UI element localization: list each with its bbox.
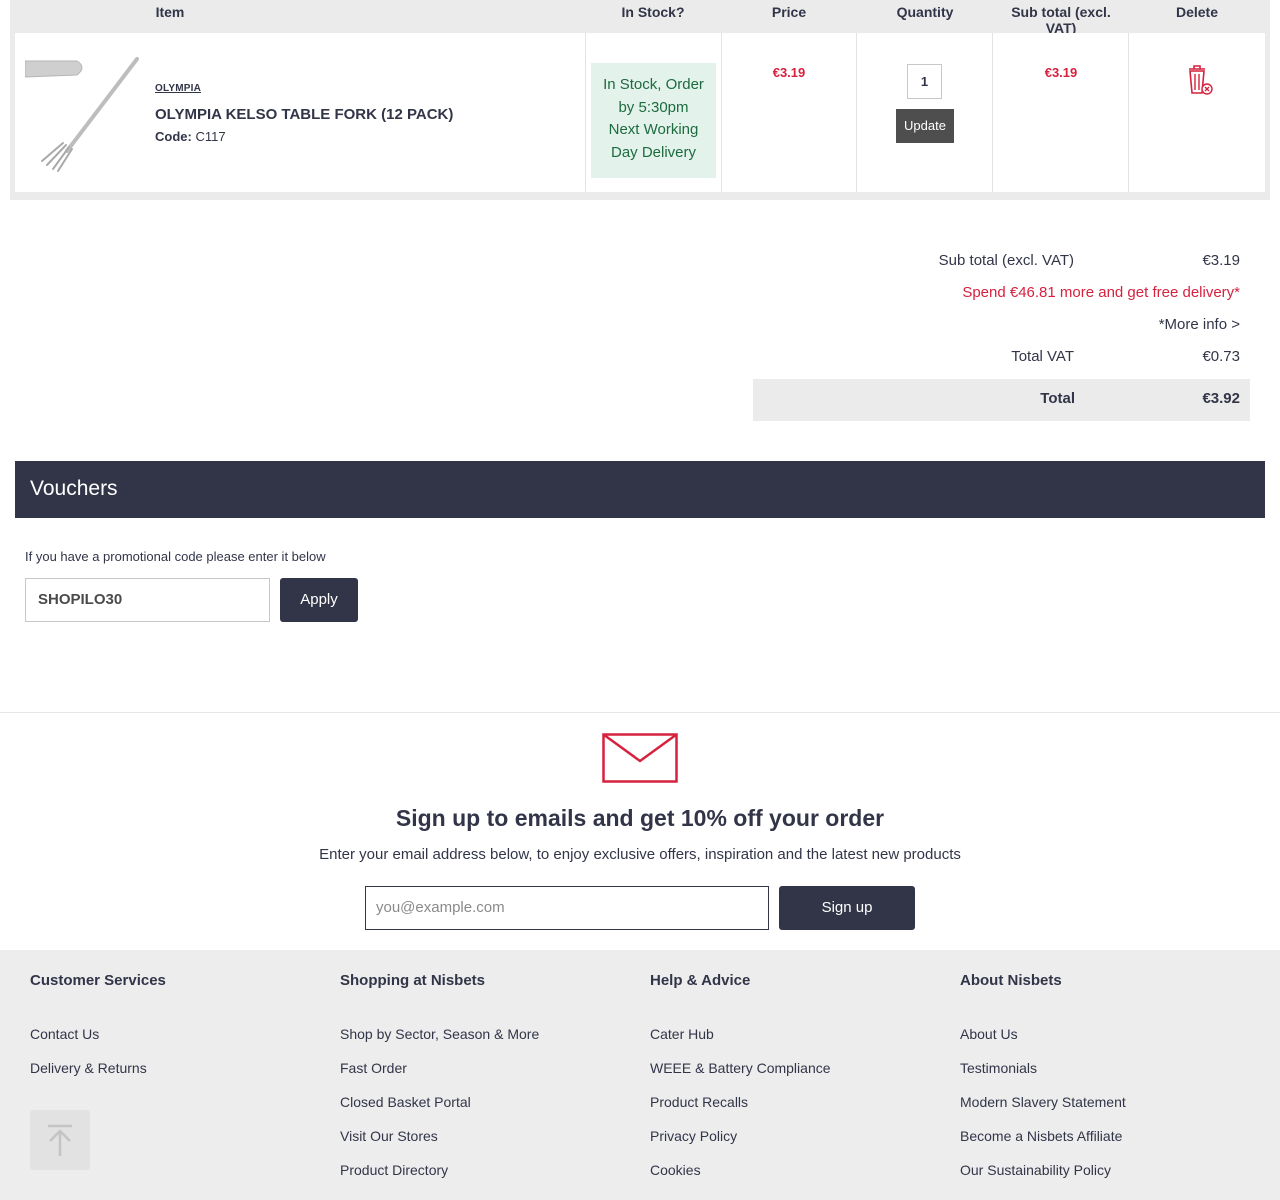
footer-link[interactable]: Shop by Sector, Season & More bbox=[340, 1026, 539, 1042]
total-row: Total €3.92 bbox=[753, 379, 1250, 421]
vat-value: €0.73 bbox=[1202, 348, 1240, 365]
arrow-up-icon bbox=[48, 1124, 72, 1156]
footer-link[interactable]: Product Directory bbox=[340, 1162, 448, 1178]
cell-divider bbox=[856, 33, 857, 192]
footer-link[interactable]: Our Sustainability Policy bbox=[960, 1162, 1111, 1178]
footer-link[interactable]: Cater Hub bbox=[650, 1026, 714, 1042]
header-subtotal: Sub total (excl. VAT) bbox=[1011, 4, 1111, 36]
line-subtotal: €3.19 bbox=[1044, 65, 1078, 80]
footer-link[interactable]: WEEE & Battery Compliance bbox=[650, 1060, 831, 1076]
footer-link[interactable]: Modern Slavery Statement bbox=[960, 1094, 1126, 1110]
vouchers-title: Vouchers bbox=[30, 477, 118, 500]
quantity-input[interactable]: 1 bbox=[907, 64, 942, 99]
apply-button[interactable]: Apply bbox=[280, 578, 358, 622]
footer-link[interactable]: Cookies bbox=[650, 1162, 701, 1178]
product-code: Code: C117 bbox=[155, 129, 226, 144]
update-button[interactable]: Update bbox=[896, 109, 954, 143]
footer-link[interactable]: Delivery & Returns bbox=[30, 1060, 147, 1076]
footer: Customer Services Contact Us Delivery & … bbox=[0, 950, 1280, 1200]
header-in-stock: In Stock? bbox=[621, 4, 685, 20]
product-name[interactable]: OLYMPIA KELSO TABLE FORK (12 PACK) bbox=[155, 106, 453, 123]
newsletter-subtitle: Enter your email address below, to enjoy… bbox=[319, 846, 961, 863]
footer-link[interactable]: Become a Nisbets Affiliate bbox=[960, 1128, 1122, 1144]
header-price: Price bbox=[771, 4, 807, 20]
unit-price: €3.19 bbox=[772, 65, 806, 80]
vouchers-header: Vouchers bbox=[15, 461, 1265, 518]
product-code-label: Code: bbox=[155, 129, 192, 144]
table-row: OLYMPIA OLYMPIA KELSO TABLE FORK (12 PAC… bbox=[15, 33, 1265, 192]
cell-divider bbox=[721, 33, 722, 192]
signup-button[interactable]: Sign up bbox=[779, 886, 915, 930]
cell-divider bbox=[585, 33, 586, 192]
cell-divider bbox=[992, 33, 993, 192]
voucher-code-input[interactable]: SHOPILO30 bbox=[25, 578, 270, 622]
email-field[interactable]: you@example.com bbox=[365, 886, 769, 930]
footer-heading: Customer Services bbox=[30, 972, 166, 989]
product-brand[interactable]: OLYMPIA bbox=[155, 83, 201, 94]
free-delivery-message: Spend €46.81 more and get free delivery* bbox=[962, 284, 1240, 301]
envelope-icon bbox=[602, 733, 678, 783]
vat-label: Total VAT bbox=[1011, 348, 1074, 365]
footer-link[interactable]: Fast Order bbox=[340, 1060, 407, 1076]
footer-heading: Shopping at Nisbets bbox=[340, 972, 486, 989]
product-image[interactable] bbox=[25, 53, 145, 173]
stock-status: In Stock, Order by 5:30pm Next Working D… bbox=[591, 63, 716, 178]
header-delete: Delete bbox=[1175, 4, 1219, 20]
footer-link[interactable]: Contact Us bbox=[30, 1026, 99, 1042]
header-quantity: Quantity bbox=[896, 4, 954, 20]
more-info-link[interactable]: *More info > bbox=[1159, 316, 1240, 333]
footer-link[interactable]: Testimonials bbox=[960, 1060, 1037, 1076]
total-label: Total bbox=[1040, 390, 1075, 407]
table-header: Item In Stock? Price Quantity Sub total … bbox=[10, 0, 1270, 36]
cell-divider bbox=[1128, 33, 1129, 192]
footer-heading: Help & Advice bbox=[650, 972, 751, 989]
stock-line: In Stock, Order bbox=[603, 76, 704, 93]
stock-line: Next Working bbox=[608, 121, 699, 138]
footer-link[interactable]: About Us bbox=[960, 1026, 1018, 1042]
stock-line: by 5:30pm bbox=[618, 98, 689, 116]
footer-link[interactable]: Closed Basket Portal bbox=[340, 1094, 471, 1110]
voucher-help-text: If you have a promotional code please en… bbox=[25, 549, 326, 564]
total-value: €3.92 bbox=[1202, 390, 1240, 407]
header-item: Item bbox=[155, 4, 185, 20]
scroll-to-top-button[interactable] bbox=[30, 1110, 90, 1170]
subtotal-value: €3.19 bbox=[1202, 252, 1240, 269]
stock-line: Day Delivery bbox=[610, 143, 697, 161]
basket-table: Item In Stock? Price Quantity Sub total … bbox=[10, 0, 1270, 200]
footer-link[interactable]: Product Recalls bbox=[650, 1094, 748, 1110]
footer-link[interactable]: Privacy Policy bbox=[650, 1128, 737, 1144]
footer-heading: About Nisbets bbox=[960, 972, 1062, 989]
section-divider bbox=[0, 712, 1280, 713]
trash-icon[interactable] bbox=[1185, 63, 1215, 97]
newsletter-title: Sign up to emails and get 10% off your o… bbox=[395, 805, 885, 831]
product-code-value: C117 bbox=[195, 129, 226, 144]
subtotal-label: Sub total (excl. VAT) bbox=[938, 252, 1074, 269]
footer-link[interactable]: Visit Our Stores bbox=[340, 1128, 438, 1144]
